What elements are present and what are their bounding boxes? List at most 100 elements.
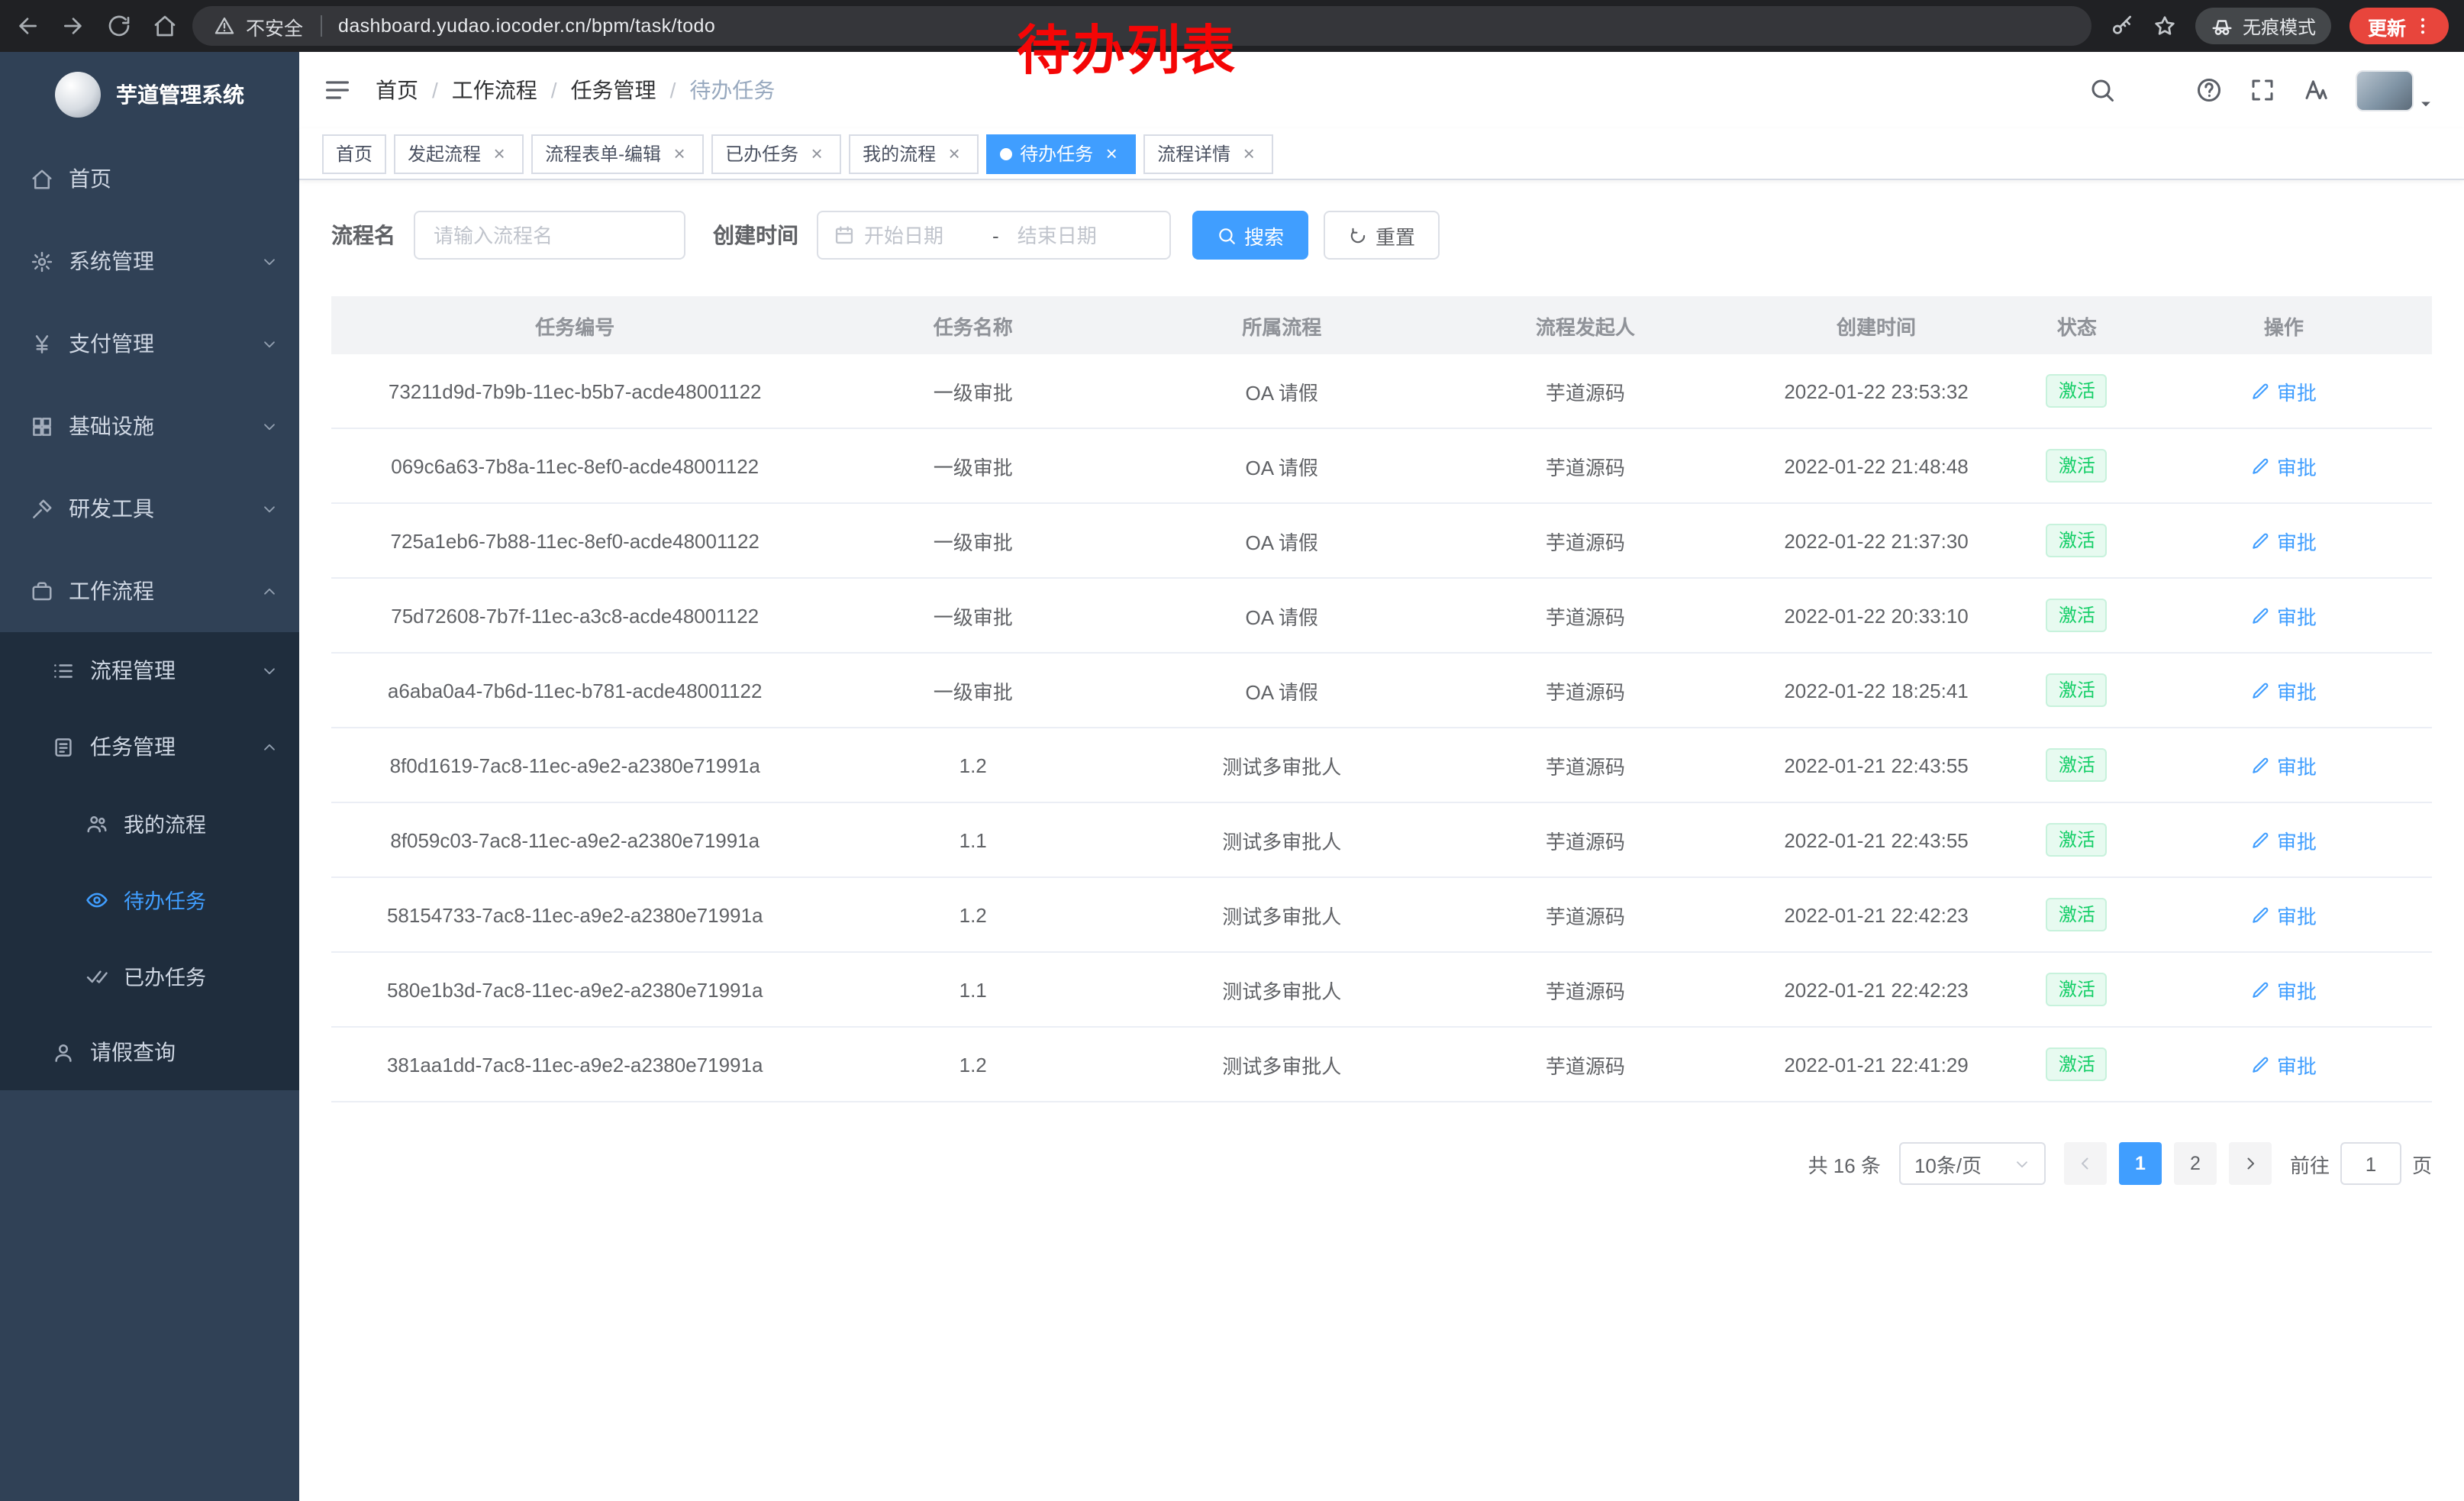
goto-page-input[interactable] (2340, 1142, 2401, 1185)
tool-icon (31, 497, 53, 520)
cell-create-time: 2022-01-22 21:37:30 (1734, 529, 2018, 552)
approve-link[interactable]: 审批 (2251, 750, 2317, 780)
cell-create-time: 2022-01-22 21:48:48 (1734, 454, 2018, 477)
fullscreen-icon[interactable] (2249, 76, 2276, 104)
breadcrumb-separator: / (551, 78, 557, 102)
cell-create-time: 2022-01-22 20:33:10 (1734, 604, 2018, 627)
search-icon[interactable] (2088, 76, 2116, 104)
cell-create-time: 2022-01-22 23:53:32 (1734, 379, 2018, 402)
approve-link[interactable]: 审批 (2251, 676, 2317, 705)
cell-task-id: a6aba0a4-7b6d-11ec-b781-acde48001122 (331, 679, 818, 702)
next-page-button[interactable] (2229, 1142, 2272, 1185)
task-table: 任务编号任务名称所属流程流程发起人创建时间状态操作 73211d9d-7b9b-… (331, 296, 2432, 1102)
user-menu[interactable] (2356, 69, 2433, 111)
github-icon[interactable] (2142, 76, 2169, 104)
sidebar-item-workflow[interactable]: 工作流程 (0, 550, 299, 632)
table-row: 73211d9d-7b9b-11ec-b5b7-acde48001122一级审批… (331, 354, 2432, 429)
star-icon[interactable] (2153, 14, 2177, 38)
tab-create-process[interactable]: 发起流程× (394, 134, 524, 173)
refresh-icon[interactable] (107, 14, 131, 38)
sidebar-item-payment[interactable]: 支付管理 (0, 302, 299, 385)
sidebar-logo[interactable]: 芋道管理系统 (0, 52, 299, 137)
topbar-actions (2088, 69, 2433, 111)
end-date-input[interactable] (1018, 224, 1127, 247)
cell-initiator: 芋道源码 (1437, 676, 1735, 705)
approve-link[interactable]: 审批 (2251, 975, 2317, 1004)
incognito-label: 无痕模式 (2243, 13, 2316, 39)
pencil-icon (2251, 456, 2271, 476)
address-bar[interactable]: 不安全 dashboard.yudao.iocoder.cn/bpm/task/… (192, 6, 2091, 46)
sidebar-item-label: 系统管理 (69, 246, 246, 276)
approve-link[interactable]: 审批 (2251, 601, 2317, 630)
approve-link[interactable]: 审批 (2251, 825, 2317, 854)
total-count: 共 16 条 (1808, 1149, 1881, 1178)
approve-link[interactable]: 审批 (2251, 376, 2317, 405)
cell-initiator: 芋道源码 (1437, 750, 1735, 780)
cell-task-id: 069c6a63-7b8a-11ec-8ef0-acde48001122 (331, 454, 818, 477)
update-button[interactable]: 更新 (2350, 8, 2449, 44)
close-icon[interactable]: × (669, 143, 690, 164)
tab-label: 待办任务 (1020, 140, 1093, 166)
tab-process-detail[interactable]: 流程详情× (1143, 134, 1273, 173)
reset-button[interactable]: 重置 (1324, 211, 1440, 260)
process-name-input[interactable] (414, 211, 685, 260)
approve-link[interactable]: 审批 (2251, 451, 2317, 480)
hamburger-icon[interactable] (322, 75, 353, 105)
close-icon[interactable]: × (943, 143, 965, 164)
forward-icon[interactable] (61, 14, 85, 38)
breadcrumb-item[interactable]: 首页 (376, 75, 418, 105)
sidebar-item-my-process[interactable]: 我的流程 (0, 785, 299, 861)
tasks-icon (52, 735, 75, 758)
font-size-icon[interactable] (2302, 76, 2330, 104)
sidebar-item-task-mgmt[interactable]: 任务管理 (0, 709, 299, 785)
tab-todo-tasks[interactable]: 待办任务 × (986, 134, 1136, 173)
cell-status: 激活 (2018, 599, 2136, 632)
close-icon[interactable]: × (1238, 143, 1259, 164)
sidebar-item-devtools[interactable]: 研发工具 (0, 467, 299, 550)
sidebar-item-system[interactable]: 系统管理 (0, 220, 299, 302)
reset-icon (1348, 225, 1368, 245)
approve-link[interactable]: 审批 (2251, 526, 2317, 555)
sidebar-item-label: 已办任务 (124, 960, 278, 991)
app-title: 芋道管理系统 (116, 79, 244, 110)
breadcrumb-item[interactable]: 工作流程 (452, 75, 537, 105)
page-button-1[interactable]: 1 (2119, 1142, 2162, 1185)
browser-home-icon[interactable] (153, 14, 177, 38)
sidebar-item-done-tasks[interactable]: 已办任务 (0, 938, 299, 1014)
menu-dots-icon[interactable] (2412, 15, 2433, 37)
sidebar-item-process-mgmt[interactable]: 流程管理 (0, 632, 299, 709)
table-row: a6aba0a4-7b6d-11ec-b781-acde48001122一级审批… (331, 654, 2432, 728)
approve-link[interactable]: 审批 (2251, 900, 2317, 929)
sidebar-item-leave-query[interactable]: 请假查询 (0, 1014, 299, 1090)
search-button[interactable]: 搜索 (1192, 211, 1308, 260)
tab-my-process[interactable]: 我的流程× (849, 134, 979, 173)
sidebar-item-todo-tasks[interactable]: 待办任务 (0, 861, 299, 938)
breadcrumb-separator: / (432, 78, 438, 102)
table-header-row: 任务编号任务名称所属流程流程发起人创建时间状态操作 (331, 296, 2432, 354)
tab-done-tasks[interactable]: 已办任务× (711, 134, 841, 173)
status-badge: 激活 (2046, 599, 2108, 632)
breadcrumb-item[interactable]: 任务管理 (571, 75, 656, 105)
page-button-2[interactable]: 2 (2174, 1142, 2217, 1185)
tab-home[interactable]: 首页 (322, 134, 386, 173)
help-icon[interactable] (2195, 76, 2223, 104)
start-date-input[interactable] (864, 224, 974, 247)
key-icon[interactable] (2110, 14, 2134, 38)
sidebar-item-home[interactable]: 首页 (0, 137, 299, 220)
page-size-select[interactable]: 10条/页 (1899, 1142, 2046, 1185)
approve-link[interactable]: 审批 (2251, 1050, 2317, 1079)
divider (320, 15, 321, 37)
search-button-icon (1217, 225, 1237, 245)
date-range-picker[interactable]: - (817, 211, 1171, 260)
avatar[interactable] (2356, 69, 2414, 111)
prev-page-button[interactable] (2064, 1142, 2107, 1185)
close-icon[interactable]: × (489, 143, 510, 164)
sidebar-item-infrastructure[interactable]: 基础设施 (0, 385, 299, 467)
close-icon[interactable]: × (806, 143, 827, 164)
tab-form-edit[interactable]: 流程表单-编辑× (531, 134, 704, 173)
close-icon[interactable]: × (1101, 143, 1122, 164)
cell-action: 审批 (2136, 750, 2432, 780)
cell-initiator: 芋道源码 (1437, 1050, 1735, 1079)
goto-unit: 页 (2412, 1149, 2432, 1178)
back-icon[interactable] (15, 14, 40, 38)
